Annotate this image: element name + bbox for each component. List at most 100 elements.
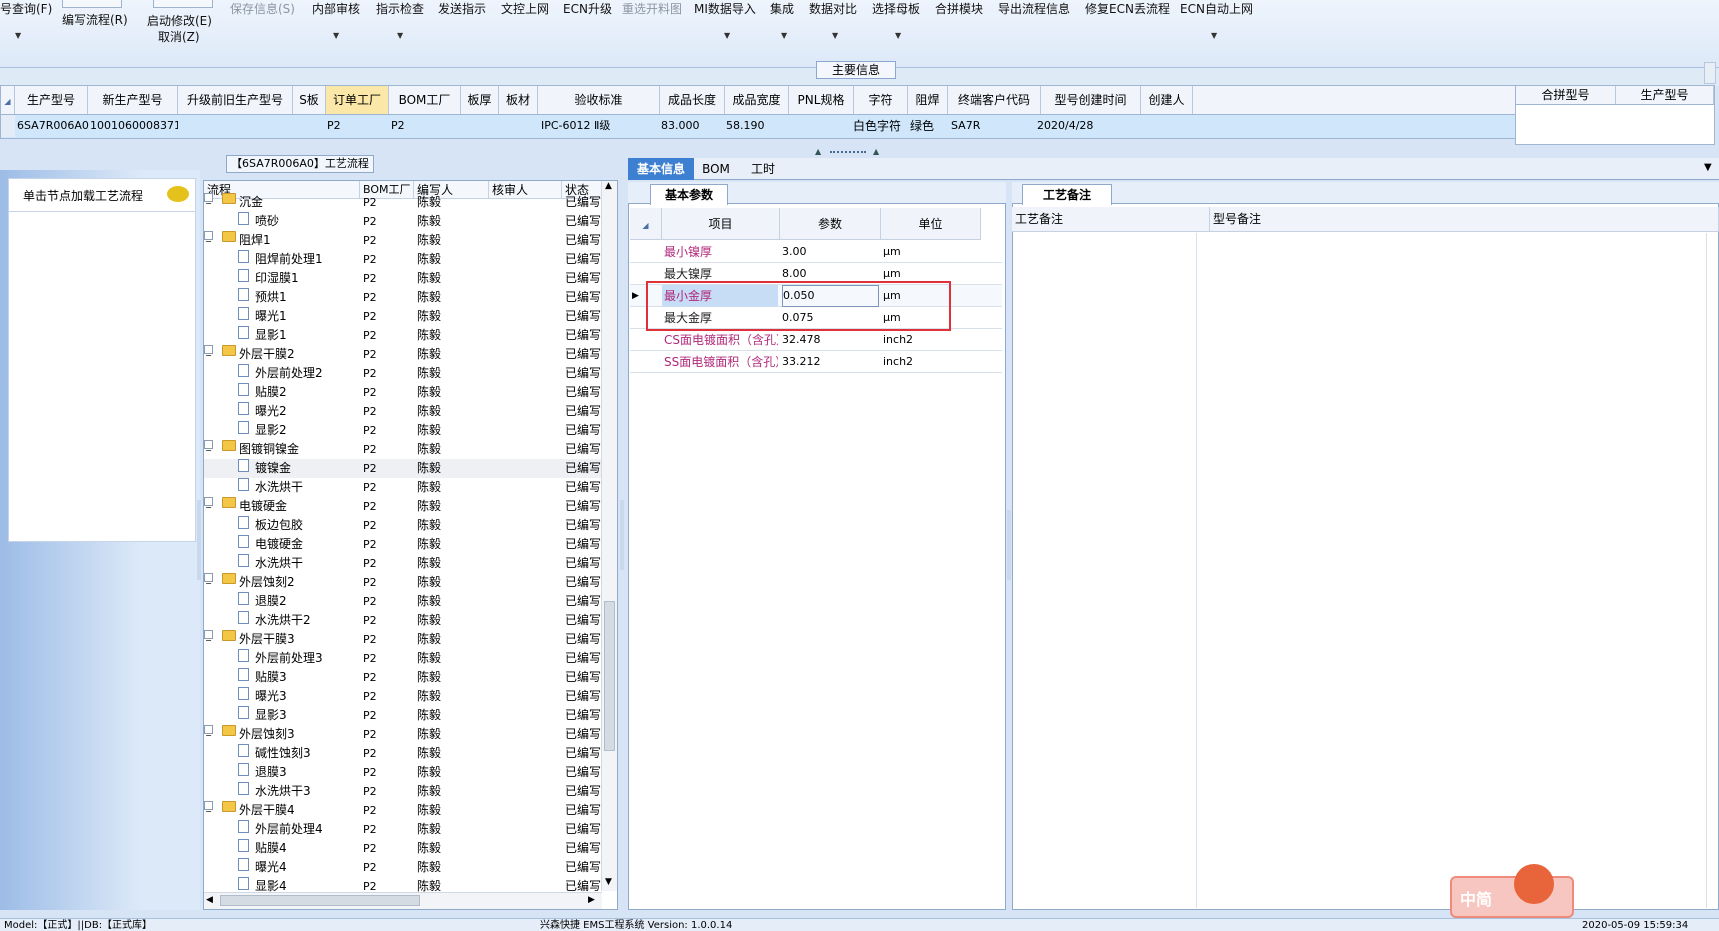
tab-bom[interactable]: BOM [696, 158, 736, 180]
tree-row[interactable]: 显影1 P2 陈毅 已编写 [204, 326, 602, 345]
col-header[interactable]: 工艺备注 [1012, 207, 1210, 232]
collapse-toggle-icon[interactable]: − [204, 630, 213, 645]
process-remark-textarea[interactable] [1196, 233, 1208, 908]
cell[interactable]: 58.190 [726, 115, 786, 137]
tree-row[interactable]: 贴膜3 P2 陈毅 已编写 [204, 668, 602, 687]
tree-row[interactable]: 预烘1 P2 陈毅 已编写 [204, 288, 602, 307]
collapse-toggle-icon[interactable]: − [204, 725, 213, 740]
param-row[interactable]: 最小镍厚 3.00 μm [630, 241, 1002, 263]
fix-ecn-flow-button[interactable]: 修复ECN丢流程 [1085, 0, 1170, 17]
tree-row[interactable]: − 电镀硬金 P2 陈毅 已编写 [204, 497, 602, 516]
collapse-toggle-icon[interactable]: − [204, 801, 213, 816]
chevron-down-icon[interactable]: ▼ [1211, 31, 1217, 40]
tree-row[interactable]: 碱性蚀刻3 P2 陈毅 已编写 [204, 744, 602, 763]
start-edit-button[interactable]: 启动修改(E) [147, 12, 212, 29]
doc-control-online-button[interactable]: 文控上网 [501, 0, 549, 17]
tree-row[interactable]: − 外层干膜3 P2 陈毅 已编写 [204, 630, 602, 649]
collapse-toggle-icon[interactable]: − [204, 345, 213, 360]
col-header[interactable]: 字符 [854, 86, 908, 114]
cell[interactable]: 10010600083715 [90, 115, 178, 137]
collapse-up-icon[interactable]: ▲ [815, 147, 821, 156]
tree-row[interactable]: 显影3 P2 陈毅 已编写 [204, 706, 602, 725]
mi-import-button[interactable]: MI数据导入 [694, 0, 756, 17]
merge-module-button[interactable]: 合拼模块 [935, 0, 983, 17]
tree-row[interactable]: 贴膜4 P2 陈毅 已编写 [204, 839, 602, 858]
select-mother-board-button[interactable]: 选择母板 [872, 0, 920, 17]
col-header[interactable]: 新生产型号 [88, 86, 178, 114]
col-header[interactable]: 生产型号 [1616, 86, 1714, 104]
col-header[interactable]: 生产型号 [15, 86, 88, 114]
tree-row[interactable]: − 沉金 P2 陈毅 已编写 [204, 193, 602, 212]
chevron-down-icon[interactable]: ▼ [15, 31, 21, 40]
ime-badge[interactable]: 中简 [1450, 864, 1574, 918]
tree-row[interactable]: 水洗烘干3 P2 陈毅 已编写 [204, 782, 602, 801]
tree-horizontal-scrollbar[interactable]: ◀ ▶ [204, 892, 602, 909]
cell[interactable]: P2 [391, 115, 421, 137]
instruction-check-button[interactable]: 指示检查 [376, 0, 424, 17]
tree-row[interactable]: − 图镀铜镍金 P2 陈毅 已编写 [204, 440, 602, 459]
splitter-grip[interactable] [830, 151, 866, 154]
collapse-toggle-icon[interactable]: − [204, 497, 213, 512]
scroll-thumb[interactable] [604, 601, 615, 751]
tree-row[interactable]: 曝光1 P2 陈毅 已编写 [204, 307, 602, 326]
query-button[interactable]: 号查询(F) [0, 0, 52, 17]
col-header[interactable]: 升级前旧生产型号 [178, 86, 293, 114]
param-value[interactable]: 33.212 [782, 351, 879, 373]
col-header[interactable]: 验收标准 [538, 86, 660, 114]
tree-row[interactable]: 印湿膜1 P2 陈毅 已编写 [204, 269, 602, 288]
tree-row[interactable]: − 外层蚀刻2 P2 陈毅 已编写 [204, 573, 602, 592]
cell[interactable]: IPC-6012 Ⅱ级 [541, 115, 659, 137]
cell[interactable]: SA7R [951, 115, 1039, 137]
tab-process-remarks[interactable]: 工艺备注 [1022, 184, 1112, 205]
tree-row[interactable]: 曝光3 P2 陈毅 已编写 [204, 687, 602, 706]
tree-row[interactable]: − 阻焊1 P2 陈毅 已编写 [204, 231, 602, 250]
tree-vertical-scrollbar[interactable]: ▲ ▼ [601, 181, 617, 891]
tree-row[interactable]: 板边包胶 P2 陈毅 已编写 [204, 516, 602, 535]
scroll-right-icon[interactable]: ▶ [588, 895, 595, 905]
save-info-button[interactable]: 保存信息(S) [230, 0, 295, 17]
tree-row[interactable]: 电镀硬金 P2 陈毅 已编写 [204, 535, 602, 554]
left-list[interactable] [8, 212, 196, 542]
tree-row[interactable]: 退膜2 P2 陈毅 已编写 [204, 592, 602, 611]
merge-grid-body[interactable] [1515, 105, 1715, 145]
send-instruction-button[interactable]: 发送指示 [438, 0, 486, 17]
tree-row[interactable]: 退膜3 P2 陈毅 已编写 [204, 763, 602, 782]
export-flow-button[interactable]: 导出流程信息 [998, 0, 1070, 17]
splitter-handle[interactable] [197, 500, 201, 580]
collapse-toggle-icon[interactable]: − [204, 231, 213, 246]
cell[interactable]: 绿色 [910, 115, 946, 137]
ecn-upgrade-button[interactable]: ECN升级 [563, 0, 612, 17]
model-remark-textarea[interactable] [1706, 233, 1718, 908]
tree-row[interactable]: 显影2 P2 陈毅 已编写 [204, 421, 602, 440]
tree-row[interactable]: 水洗烘干 P2 陈毅 已编写 [204, 478, 602, 497]
param-value[interactable]: 3.00 [782, 241, 879, 263]
tree-row[interactable]: 镀镍金 P2 陈毅 已编写 [204, 459, 602, 478]
tab-work-hours[interactable]: 工时 [738, 158, 788, 180]
col-header[interactable]: 成品宽度 [725, 86, 789, 114]
integrate-button[interactable]: 集成 [770, 0, 794, 17]
ecn-auto-online-button[interactable]: ECN自动上网 [1180, 0, 1253, 17]
scrollbar[interactable] [1704, 62, 1716, 84]
collapse-up-icon[interactable]: ▲ [873, 147, 879, 156]
splitter-handle[interactable] [1007, 510, 1011, 580]
col-header[interactable]: BOM工厂 [389, 86, 461, 114]
tab-basic-info[interactable]: 基本信息 [628, 158, 694, 180]
cell[interactable]: 白色字符 [853, 115, 907, 137]
param-row[interactable]: CS面电镀面积（含孔） 32.478 inch2 [630, 329, 1002, 351]
chevron-down-icon[interactable]: ▼ [724, 31, 730, 40]
tree-row[interactable]: − 外层干膜2 P2 陈毅 已编写 [204, 345, 602, 364]
col-header[interactable]: 板厚 [461, 86, 499, 114]
data-compare-button[interactable]: 数据对比 [809, 0, 857, 17]
cell[interactable]: 2020/4/28 [1037, 115, 1137, 137]
scroll-up-icon[interactable]: ▲ [605, 181, 612, 191]
tree-row[interactable]: 喷砂 P2 陈毅 已编写 [204, 212, 602, 231]
chevron-down-icon[interactable]: ▼ [333, 31, 339, 40]
internal-review-button[interactable]: 内部审核 [312, 0, 360, 17]
cell[interactable]: 6SA7R006A0 [17, 115, 89, 137]
col-header[interactable]: 创建人 [1141, 86, 1193, 114]
col-header[interactable]: 型号备注 [1210, 207, 1719, 232]
tree-row[interactable]: 外层前处理4 P2 陈毅 已编写 [204, 820, 602, 839]
col-header[interactable]: 项目 [662, 208, 780, 240]
chevron-down-icon[interactable]: ▼ [781, 31, 787, 40]
scroll-left-icon[interactable]: ◀ [206, 895, 213, 905]
